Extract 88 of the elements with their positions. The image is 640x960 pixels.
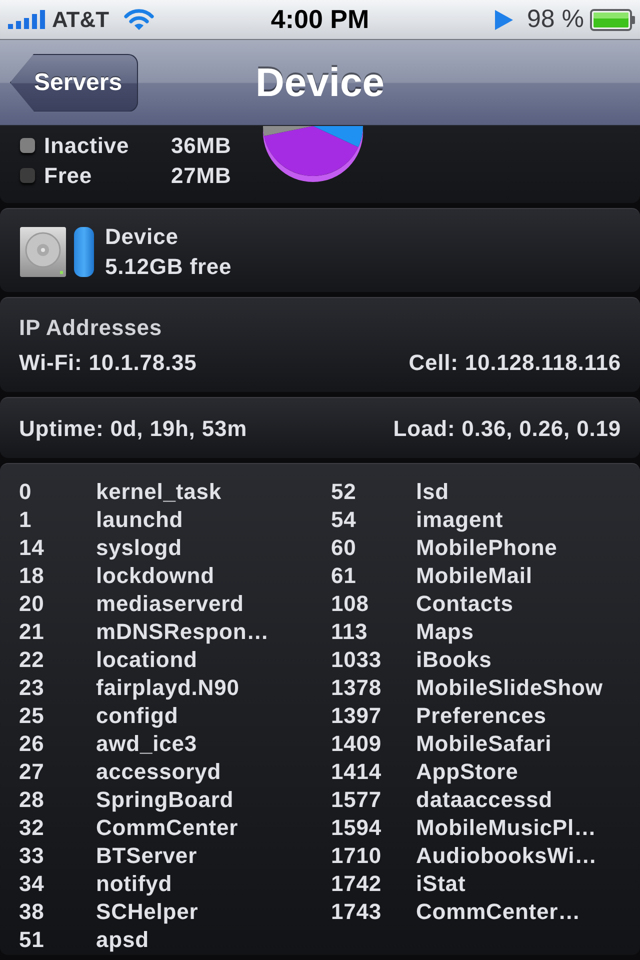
process-id: 32 (19, 814, 46, 842)
process-name: apsd (96, 926, 150, 954)
process-name: mDNSRespon… (96, 618, 270, 646)
process-id: 60 (331, 534, 358, 562)
process-id: 27 (19, 758, 46, 786)
process-name: Preferences (416, 702, 548, 730)
process-id: 18 (19, 562, 46, 590)
process-name: locationd (96, 646, 198, 674)
disk-free-space: 5.12GB free (105, 252, 232, 280)
process-id: 1594 (331, 814, 383, 842)
storage-gauge-icon (74, 226, 94, 276)
process-id: 113 (331, 618, 369, 646)
section-title: IP Addresses (19, 314, 163, 342)
legend-value: 27MB (171, 162, 232, 190)
process-name: MobilePhone (416, 534, 558, 562)
process-id: 1743 (331, 898, 383, 926)
process-id: 25 (19, 702, 46, 730)
process-name: kernel_task (96, 478, 222, 506)
process-name: MobileSafari (416, 730, 553, 758)
process-id: 21 (19, 618, 46, 646)
load-average-text: Load: 0.36, 0.26, 0.19 (393, 415, 621, 443)
process-name: awd_ice3 (96, 730, 198, 758)
process-name: SpringBoard (96, 786, 235, 814)
process-id: 33 (19, 842, 46, 870)
process-name: lsd (416, 478, 450, 506)
process-id: 0 (19, 478, 33, 506)
process-id: 54 (331, 506, 358, 534)
back-button[interactable]: Servers (10, 54, 138, 112)
wifi-icon (123, 8, 156, 31)
cell-address: Cell: 10.128.118.116 (408, 349, 621, 377)
legend-label: Inactive (44, 132, 130, 160)
play-icon (495, 10, 514, 30)
process-name: lockdownd (96, 562, 216, 590)
process-name: launchd (96, 506, 184, 534)
process-name: BTServer (96, 842, 198, 870)
signal-strength-icon (8, 10, 46, 29)
process-id: 1033 (331, 646, 383, 674)
process-name: AudiobooksWi… (416, 842, 598, 870)
process-id: 23 (19, 674, 46, 702)
process-name: CommCenter (96, 814, 240, 842)
process-id: 61 (331, 562, 358, 590)
process-id: 28 (19, 786, 46, 814)
process-name: fairplayd.N90 (96, 674, 240, 702)
process-name: imagent (416, 506, 504, 534)
process-name: SCHelper (96, 898, 200, 926)
process-name: iStat (416, 870, 467, 898)
wifi-address: Wi-Fi: 10.1.78.35 (19, 349, 197, 377)
legend-label: Free (44, 162, 94, 190)
process-id: 1577 (331, 786, 383, 814)
process-id: 20 (19, 590, 46, 618)
process-name: notifyd (96, 870, 174, 898)
process-id: 14 (19, 534, 46, 562)
process-id: 1 (19, 506, 33, 534)
process-name: mediaserverd (96, 590, 245, 618)
process-id: 38 (19, 898, 46, 926)
process-id: 1414 (331, 758, 383, 786)
process-id: 1742 (331, 870, 383, 898)
process-name: dataaccessd (416, 786, 554, 814)
process-name: MobileMail (416, 562, 534, 590)
process-name: syslogd (96, 534, 183, 562)
process-name: MobileMusicPl… (416, 814, 598, 842)
process-name: Contacts (416, 590, 514, 618)
process-id: 22 (19, 646, 46, 674)
process-name: MobileSlideShow (416, 674, 604, 702)
hard-drive-icon (20, 226, 66, 276)
process-id: 1409 (331, 730, 383, 758)
uptime-text: Uptime: 0d, 19h, 53m (19, 415, 248, 443)
process-name: configd (96, 702, 180, 730)
status-time: 4:00 PM (270, 3, 370, 36)
process-id: 34 (19, 870, 46, 898)
process-name: accessoryd (96, 758, 222, 786)
process-name: Maps (416, 618, 475, 646)
process-name: CommCenter… (416, 898, 582, 926)
process-id: 26 (19, 730, 46, 758)
carrier-name: AT&T (52, 6, 110, 34)
process-id: 1378 (331, 674, 383, 702)
legend-value: 36MB (171, 132, 232, 160)
page-title: Device (256, 60, 384, 106)
process-id: 51 (19, 926, 46, 954)
disk-name: Device (105, 222, 180, 250)
process-name: iBooks (416, 646, 493, 674)
process-id: 52 (331, 478, 358, 506)
battery-icon (590, 8, 636, 30)
battery-percentage: 98 % (527, 4, 584, 35)
process-id: 1397 (331, 702, 383, 730)
process-name: AppStore (416, 758, 520, 786)
process-id: 108 (331, 590, 370, 618)
process-id: 1710 (331, 842, 383, 870)
